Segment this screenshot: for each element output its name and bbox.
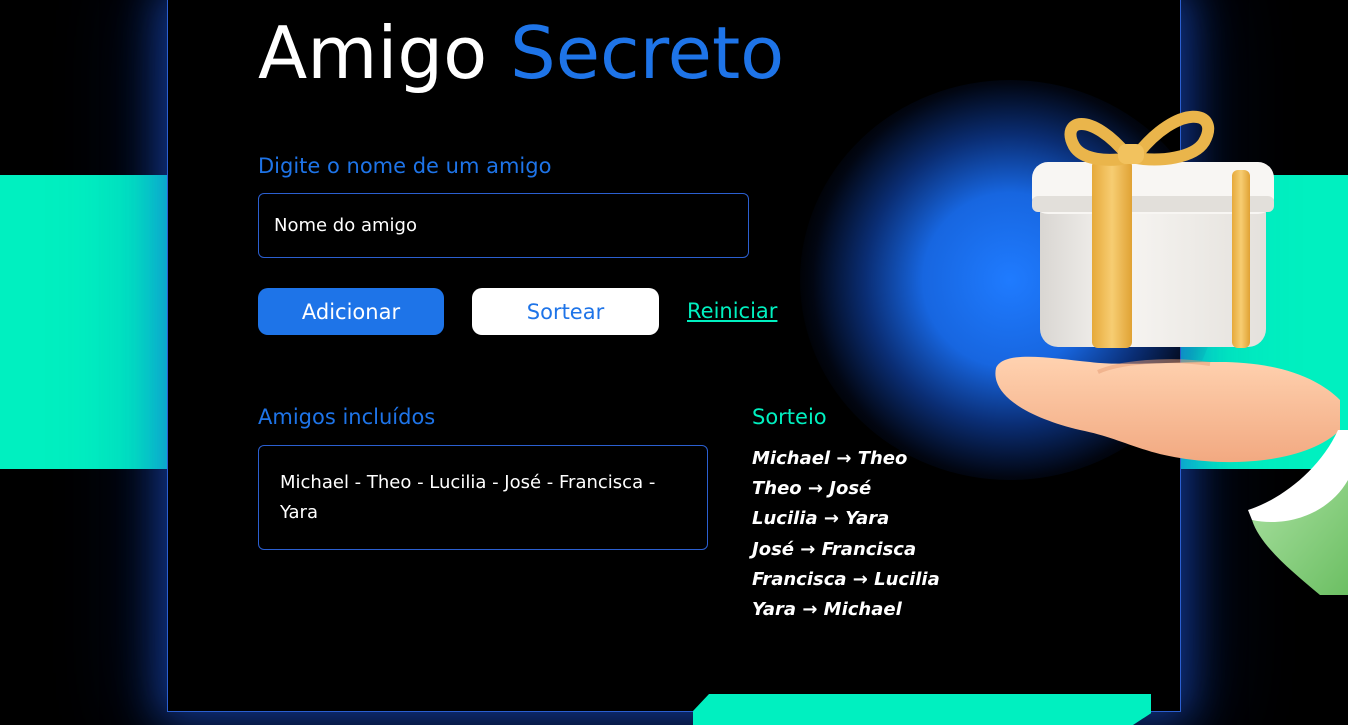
draw-result-item: Theo → José <box>752 478 872 500</box>
gift-in-hand-icon <box>995 110 1348 595</box>
draw-result-title: Sorteio <box>752 405 827 429</box>
draw-result-list: Michael → Theo Theo → José Lucilia → Yar… <box>752 444 940 625</box>
title-main: Amigo <box>258 11 488 95</box>
reset-link[interactable]: Reiniciar <box>687 299 777 323</box>
friend-name-label: Digite o nome de um amigo <box>258 154 552 178</box>
page-title: Amigo Secreto <box>258 8 784 98</box>
draw-result-item: José → Francisca <box>752 538 917 560</box>
friend-name-input[interactable] <box>258 193 749 258</box>
draw-result-item: Yara → Michael <box>752 599 902 621</box>
left-accent-band <box>0 175 168 469</box>
draw-result-item: Francisca → Lucilia <box>752 568 940 590</box>
app-stage: Amigo Secreto Digite o nome de um amigo … <box>0 0 1348 725</box>
draw-button[interactable]: Sortear <box>472 288 659 335</box>
friends-list-title: Amigos incluídos <box>258 405 436 429</box>
friends-list: Michael - Theo - Lucilia - José - Franci… <box>258 445 708 550</box>
add-button[interactable]: Adicionar <box>258 288 444 335</box>
bottom-accent-bar <box>693 694 1151 725</box>
title-accent: Secreto <box>510 11 785 95</box>
draw-result-item: Michael → Theo <box>752 448 908 469</box>
draw-result-item: Lucilia → Yara <box>752 508 890 530</box>
